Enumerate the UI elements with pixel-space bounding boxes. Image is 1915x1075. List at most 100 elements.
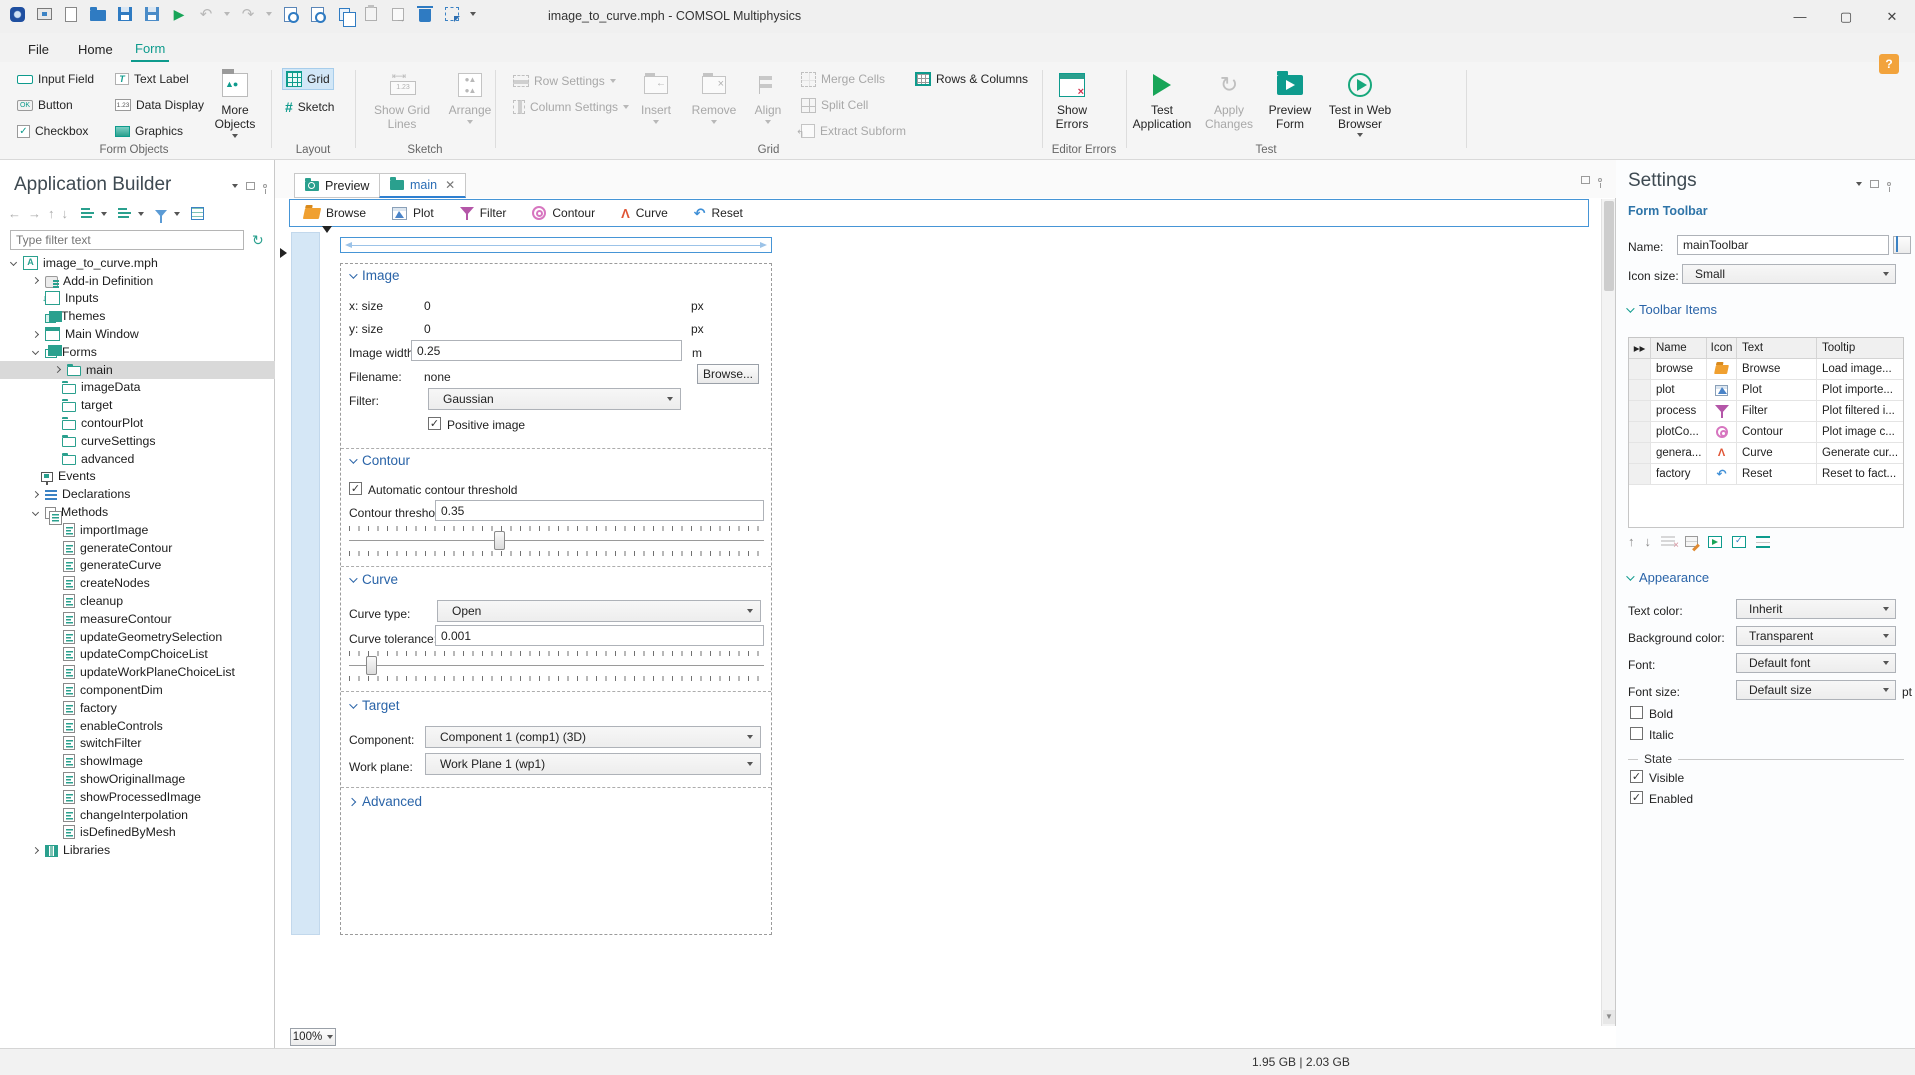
expand-all-icon[interactable] bbox=[81, 208, 94, 219]
input-field-button[interactable]: Input Field bbox=[14, 68, 97, 90]
tree-item-main-window[interactable]: Main Window bbox=[0, 325, 275, 343]
rename-button[interactable] bbox=[1893, 236, 1911, 254]
tab-preview[interactable]: Preview bbox=[294, 173, 381, 198]
settings-float-icon[interactable] bbox=[1870, 180, 1879, 188]
table-row[interactable]: process Filter Plot filtered i... bbox=[1629, 401, 1903, 422]
tree-item-forms[interactable]: Forms bbox=[0, 343, 275, 361]
tree-item-addin-definition[interactable]: Add-in Definition bbox=[0, 272, 275, 290]
checkbox-button[interactable]: ✓ Checkbox bbox=[14, 120, 91, 142]
tree-item-libraries[interactable]: Libraries bbox=[0, 841, 275, 859]
scrollbar-thumb[interactable] bbox=[1604, 201, 1614, 291]
slider-thumb[interactable] bbox=[494, 531, 506, 550]
minimize-icon[interactable]: — bbox=[1777, 0, 1823, 33]
close-icon[interactable]: ✕ bbox=[1869, 0, 1915, 33]
column-width-indicator[interactable] bbox=[340, 237, 772, 253]
tree-item-themes[interactable]: Themes bbox=[0, 307, 275, 325]
component-combo[interactable]: Component 1 (comp1) (3D) bbox=[425, 726, 761, 748]
auto-contour-checkbox[interactable]: ✓ bbox=[349, 482, 362, 495]
move-up-icon[interactable]: ↑ bbox=[1628, 534, 1635, 549]
tree-item-componentdim[interactable]: componentDim bbox=[0, 681, 275, 699]
tree-item-showoriginalimage[interactable]: showOriginalImage bbox=[0, 770, 275, 788]
table-row[interactable]: browse Browse Load image... bbox=[1629, 359, 1903, 380]
settings-pin-icon[interactable] bbox=[1887, 182, 1891, 192]
test-application-button[interactable]: Test Application bbox=[1128, 66, 1196, 142]
table-row[interactable]: plotCo... Contour Plot image c... bbox=[1629, 422, 1903, 443]
positive-image-checkbox[interactable]: ✓ bbox=[428, 417, 441, 430]
toolbar-curve-button[interactable]: Λ Curve bbox=[621, 206, 668, 220]
toolbar-reset-button[interactable]: ↶ Reset bbox=[694, 206, 743, 221]
zoom-level-dropdown[interactable]: 100% bbox=[290, 1028, 336, 1046]
button-button[interactable]: OK Button bbox=[14, 94, 76, 116]
tree-item-generatecurve[interactable]: generateCurve bbox=[0, 557, 275, 575]
test-web-browser-button[interactable]: Test in Web Browser bbox=[1324, 66, 1396, 142]
section-appearance[interactable]: Appearance bbox=[1626, 570, 1709, 585]
tab-file[interactable]: File bbox=[24, 36, 53, 62]
work-plane-combo[interactable]: Work Plane 1 (wp1) bbox=[425, 753, 761, 775]
curve-type-combo[interactable]: Open bbox=[437, 600, 761, 622]
section-target[interactable]: Target bbox=[349, 698, 400, 713]
text-color-combo[interactable]: Inherit bbox=[1736, 599, 1896, 619]
undo-dropdown-icon[interactable] bbox=[224, 12, 230, 16]
grid-layout-button[interactable]: Grid bbox=[282, 68, 334, 90]
font-combo[interactable]: Default font bbox=[1736, 653, 1896, 673]
tab-form[interactable]: Form bbox=[131, 36, 170, 62]
more-objects-button[interactable]: More Objects bbox=[204, 66, 266, 142]
redo-dropdown-icon[interactable] bbox=[266, 12, 272, 16]
tree-item-contourplot[interactable]: contourPlot bbox=[0, 414, 275, 432]
preview-form-button[interactable]: Preview Form bbox=[1262, 66, 1318, 142]
scroll-down-icon[interactable]: ▼ bbox=[1603, 1010, 1615, 1024]
tree-item-events[interactable]: Events bbox=[0, 468, 275, 486]
image-width-input[interactable] bbox=[411, 340, 682, 361]
panel-menu-icon[interactable] bbox=[232, 184, 238, 188]
delete-icon[interactable] bbox=[416, 5, 434, 23]
filter-combo[interactable]: Gaussian bbox=[428, 388, 681, 410]
toolbar-filter-button[interactable]: Filter bbox=[459, 206, 506, 220]
tree-filter-input[interactable] bbox=[10, 230, 244, 250]
tree-item-importimage[interactable]: importImage bbox=[0, 521, 275, 539]
move-down-icon[interactable]: ↓ bbox=[1645, 534, 1652, 549]
filter-icon[interactable] bbox=[155, 210, 167, 223]
tree-item-main[interactable]: main bbox=[0, 360, 275, 379]
show-in-model-builder-icon[interactable] bbox=[191, 207, 204, 220]
visible-checkbox[interactable]: ✓ bbox=[1630, 770, 1643, 783]
tree-item-changeinterpolation[interactable]: changeInterpolation bbox=[0, 806, 275, 824]
edit-item-icon[interactable] bbox=[1685, 536, 1698, 547]
tree-item-measurecontour[interactable]: measureContour bbox=[0, 610, 275, 628]
slider-thumb[interactable] bbox=[365, 656, 377, 675]
vertical-scrollbar[interactable]: ▼ bbox=[1601, 199, 1615, 1026]
save-as-icon[interactable] bbox=[143, 5, 161, 23]
tree-item-createnodes[interactable]: createNodes bbox=[0, 574, 275, 592]
open-file-icon[interactable] bbox=[89, 5, 107, 23]
refresh-icon[interactable]: ↻ bbox=[252, 232, 264, 249]
data-display-button[interactable]: 1.23 Data Display bbox=[112, 94, 207, 116]
form-canvas[interactable]: Image x: size 0 px y: size 0 px Image wi… bbox=[340, 263, 772, 935]
tree-item-root[interactable]: image_to_curve.mph bbox=[0, 254, 275, 272]
tab-home[interactable]: Home bbox=[74, 36, 117, 62]
panel-float-icon[interactable] bbox=[246, 182, 255, 190]
collapse-all-dropdown-icon[interactable] bbox=[138, 211, 144, 216]
font-size-combo[interactable]: Default size bbox=[1736, 680, 1896, 700]
browse-file-button[interactable]: Browse... bbox=[697, 364, 759, 384]
customize-toolbar-icon[interactable] bbox=[470, 12, 476, 16]
tab-main[interactable]: main ✕ bbox=[379, 173, 467, 198]
background-color-combo[interactable]: Transparent bbox=[1736, 626, 1896, 646]
filter-dropdown-icon[interactable] bbox=[174, 211, 180, 216]
tree-item-isdefinedbymesh[interactable]: isDefinedByMesh bbox=[0, 824, 275, 842]
icon-size-combo[interactable]: Small bbox=[1682, 264, 1896, 284]
preview-document-icon[interactable] bbox=[281, 5, 299, 23]
tree-item-advanced[interactable]: advanced bbox=[0, 450, 275, 468]
tree-item-updategeometryselection[interactable]: updateGeometrySelection bbox=[0, 628, 275, 646]
text-label-button[interactable]: T Text Label bbox=[112, 68, 192, 90]
section-toolbar-items[interactable]: Toolbar Items bbox=[1626, 302, 1717, 317]
tree-item-declarations[interactable]: Declarations bbox=[0, 485, 275, 503]
settings-menu-icon[interactable] bbox=[1856, 182, 1862, 186]
inspect-document-icon[interactable] bbox=[308, 5, 326, 23]
run-icon[interactable]: ▶ bbox=[170, 5, 188, 23]
sketch-layout-button[interactable]: # Sketch bbox=[282, 96, 337, 118]
tree-item-cleanup[interactable]: cleanup bbox=[0, 592, 275, 610]
section-advanced[interactable]: Advanced bbox=[347, 794, 422, 809]
help-button[interactable]: ? bbox=[1879, 54, 1899, 74]
italic-checkbox[interactable] bbox=[1630, 727, 1643, 740]
curve-tolerance-slider[interactable] bbox=[349, 651, 764, 681]
copy-icon[interactable] bbox=[335, 5, 356, 27]
